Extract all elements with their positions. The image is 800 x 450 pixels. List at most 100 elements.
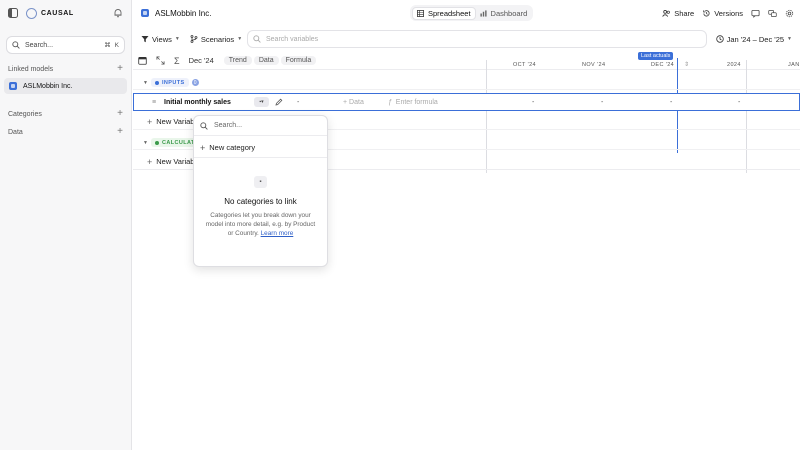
date-range-button[interactable]: Jan '24 – Dec '25 ▼ [715, 34, 792, 44]
collapse-chevron-icon[interactable]: ⇕ [684, 61, 689, 68]
current-period[interactable]: Dec '24 [189, 56, 214, 65]
category-link-button[interactable]: ▪▾ [254, 97, 269, 107]
value-cell-dec[interactable]: - [670, 99, 672, 106]
category-icon: ▪ [254, 176, 267, 188]
sidebar-search[interactable]: Search... ⌘ K [6, 36, 125, 54]
sidebar-model-label: ASLMobbin Inc. [23, 82, 73, 90]
add-data-button[interactable]: + [117, 127, 123, 137]
brand-name: CAUSAL [41, 9, 74, 17]
value-cell-oct[interactable]: - [532, 99, 534, 106]
data-section: Data + [0, 125, 131, 139]
date-range-label: Jan '24 – Dec '25 [726, 34, 785, 44]
data-label: Data [8, 128, 23, 136]
category-search-input[interactable]: Search... [194, 116, 327, 136]
variable-name[interactable]: Initial monthly sales [164, 99, 231, 106]
header-actions: Share Versions [662, 0, 794, 26]
tab-dashboard-label: Dashboard [490, 8, 528, 18]
data-button[interactable]: + Data [343, 99, 364, 106]
pill-formula[interactable]: Formula [280, 56, 317, 65]
calendar-icon[interactable] [138, 56, 147, 65]
variable-search-placeholder: Search variables [266, 35, 319, 43]
learn-more-link[interactable]: Learn more [261, 230, 294, 237]
group-dot [155, 140, 159, 145]
value-cell-nov[interactable]: - [601, 99, 603, 106]
sigma-icon[interactable]: Σ [174, 56, 180, 66]
chat-icon[interactable] [768, 9, 777, 18]
causal-logo-icon [26, 7, 37, 19]
share-button[interactable]: Share [662, 9, 694, 18]
column-header: DEC '24 [651, 62, 675, 68]
branch-icon [190, 35, 198, 43]
variable-row[interactable]: ≡ Initial monthly sales ▪▾ - + Data ƒ En… [133, 93, 800, 111]
table-icon [417, 9, 424, 17]
plus-icon: + [147, 156, 153, 167]
column-header: NOV '24 [582, 62, 606, 68]
plus-icon: + [200, 142, 206, 153]
column-header: 2024 [727, 62, 741, 68]
shortcut-k: K [114, 41, 119, 49]
variable-search-input[interactable]: Search variables [247, 30, 707, 48]
add-linked-model-button[interactable]: + [117, 64, 123, 74]
formula-placeholder: Enter formula [395, 98, 438, 106]
sidebar-toggle-icon[interactable] [8, 8, 18, 18]
sheet-controls: Σ Dec '24 Trend Data Formula [133, 52, 800, 70]
tab-spreadsheet[interactable]: Spreadsheet [412, 6, 476, 20]
view-tabs: Spreadsheet Dashboard [410, 5, 534, 21]
column-header: OCT '24 [513, 62, 537, 68]
plus-icon: + [147, 116, 153, 127]
formula-input[interactable]: ƒ Enter formula [388, 99, 438, 106]
sidebar-search-label: Search... [25, 41, 54, 49]
sidebar-item-model[interactable]: ASLMobbin Inc. [4, 78, 127, 94]
new-variable-label[interactable]: New Variab [156, 157, 194, 166]
model-name: ASLMobbin Inc. [155, 8, 212, 18]
linked-models-section: Linked models + [0, 62, 131, 76]
add-category-button[interactable]: + [117, 109, 123, 119]
pencil-icon[interactable] [275, 98, 283, 106]
search-icon [12, 41, 20, 49]
views-label: Views [152, 34, 172, 44]
group-count-badge: 0 [191, 79, 199, 86]
gear-icon[interactable] [785, 9, 794, 18]
last-actuals-badge: Last actuals [638, 52, 674, 60]
toolbar: Views ▼ Scenarios ▼ Search variables Jan… [133, 28, 800, 50]
tab-dashboard[interactable]: Dashboard [476, 7, 532, 20]
comment-icon[interactable] [751, 9, 760, 18]
expand-icon[interactable] [156, 56, 165, 65]
header: ASLMobbin Inc. Spreadsheet Dashboard Sha… [133, 0, 800, 26]
scenarios-button[interactable]: Scenarios ▼ [190, 35, 242, 44]
new-category-button[interactable]: + New category [194, 138, 327, 158]
users-icon [662, 9, 671, 17]
model-icon [141, 9, 149, 17]
group-label-calculations: CALCULAT [162, 139, 195, 146]
variable-value[interactable]: - [297, 99, 299, 106]
clock-icon [715, 35, 724, 43]
categories-label: Categories [8, 110, 42, 118]
chevron-down-icon: ▼ [787, 36, 792, 42]
new-category-label: New category [209, 143, 256, 152]
category-search-placeholder: Search... [214, 122, 243, 129]
chevron-down-icon: ▼ [237, 36, 243, 42]
tab-spreadsheet-label: Spreadsheet [428, 8, 471, 18]
new-variable-label[interactable]: New Variab [156, 117, 194, 126]
versions-label: Versions [714, 8, 743, 18]
category-popover: Search... + New category ▪ No categories… [193, 115, 328, 267]
views-button[interactable]: Views ▼ [141, 35, 180, 44]
pill-data[interactable]: Data [253, 56, 279, 65]
caret-down-icon[interactable]: ▼ [143, 80, 148, 86]
categories-section: Categories + [0, 107, 131, 121]
bell-icon[interactable] [113, 8, 123, 18]
value-cell-2024[interactable]: - [738, 99, 740, 106]
pill-trend[interactable]: Trend [223, 56, 252, 65]
history-icon [703, 9, 710, 16]
scenarios-label: Scenarios [200, 34, 235, 44]
group-row-inputs[interactable]: ▼ INPUTS 0 [133, 76, 800, 90]
data-label: Data [349, 98, 364, 106]
linked-models-label: Linked models [8, 65, 54, 73]
filter-icon [141, 36, 149, 43]
group-badge-inputs: INPUTS [151, 78, 189, 87]
bar-chart-icon [479, 9, 487, 17]
drag-handle-icon[interactable]: ≡ [152, 99, 156, 106]
versions-button[interactable]: Versions [702, 9, 743, 18]
caret-down-icon[interactable]: ▼ [143, 140, 148, 146]
empty-title: No categories to link [224, 197, 297, 206]
